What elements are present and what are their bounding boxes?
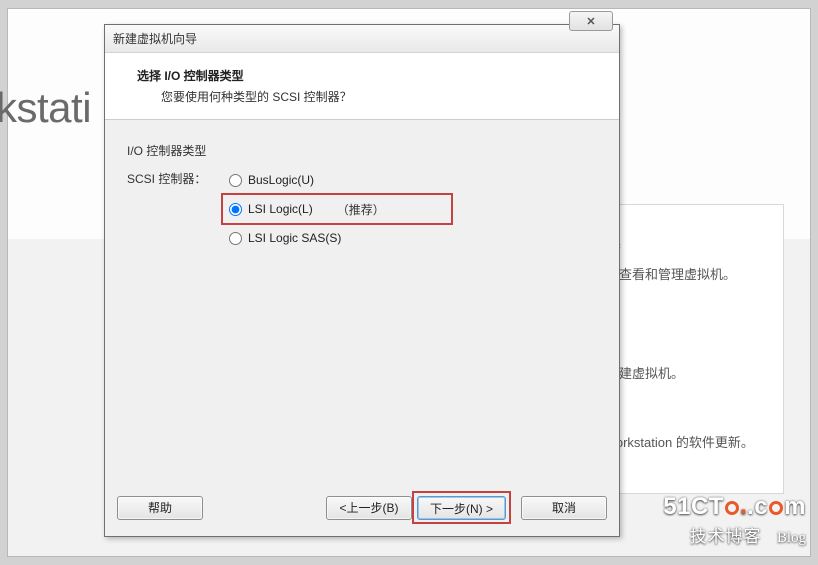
radio-lsi-sas[interactable] xyxy=(229,232,242,245)
next-button-highlight: 下一步(N) > xyxy=(412,491,511,524)
radio-buslogic[interactable] xyxy=(229,174,242,187)
highlight-recommended: LSI Logic(L) （推荐） xyxy=(221,193,453,225)
radio-lsi-row[interactable]: LSI Logic(L) （推荐） xyxy=(225,196,449,222)
dialog-title: 新建虚拟机向导 xyxy=(113,30,197,47)
dialog-titlebar: 新建虚拟机向导 ✕ xyxy=(105,25,619,53)
back-button[interactable]: <上一步(B) xyxy=(326,496,412,520)
watermark-o-icon-1 xyxy=(725,501,739,515)
watermark: 51CT..c m 技术博客 Blog xyxy=(663,493,806,547)
next-button[interactable]: 下一步(N) > xyxy=(417,496,506,520)
help-button[interactable]: 帮助 xyxy=(117,496,203,520)
scsi-radio-group: BusLogic(U) LSI Logic(L) （推荐） LSI Logic … xyxy=(225,167,597,251)
wizard-heading: 选择 I/O 控制器类型 xyxy=(137,67,597,84)
wizard-subheading: 您要使用何种类型的 SCSI 控制器？ xyxy=(137,88,597,105)
watermark-o-icon-2 xyxy=(769,501,783,515)
radio-buslogic-label: BusLogic(U) xyxy=(248,173,314,187)
cancel-button[interactable]: 取消 xyxy=(521,496,607,520)
new-vm-wizard-dialog: 新建虚拟机向导 ✕ 选择 I/O 控制器类型 您要使用何种类型的 SCSI 控制… xyxy=(104,24,620,537)
wizard-button-bar: 帮助 <上一步(B) 下一步(N) > 取消 xyxy=(117,491,607,524)
watermark-dot-icon: . xyxy=(740,491,748,522)
radio-lsi-logic-label: LSI Logic(L) xyxy=(248,202,313,216)
close-button[interactable]: ✕ xyxy=(569,11,613,31)
radio-buslogic-row[interactable]: BusLogic(U) xyxy=(225,167,597,193)
radio-lsi-logic[interactable] xyxy=(229,203,242,216)
wizard-header: 选择 I/O 控制器类型 您要使用何种类型的 SCSI 控制器？ xyxy=(105,53,619,120)
wizard-body: I/O 控制器类型 SCSI 控制器： BusLogic(U) LSI Logi… xyxy=(105,120,619,251)
watermark-blog-text: Blog xyxy=(777,530,806,546)
bg-header-text: kstati xyxy=(0,84,91,132)
close-icon: ✕ xyxy=(586,15,595,28)
radio-lsi-sas-row[interactable]: LSI Logic SAS(S) xyxy=(225,225,597,251)
recommended-text: （推荐） xyxy=(337,201,385,218)
io-controller-section-label: I/O 控制器类型 xyxy=(127,142,597,159)
watermark-sub-text: 技术博客 xyxy=(690,527,762,546)
radio-lsi-sas-label: LSI Logic SAS(S) xyxy=(248,231,341,245)
scsi-field-row: SCSI 控制器： BusLogic(U) LSI Logic(L) （推荐） xyxy=(127,167,597,251)
watermark-sub: 技术博客 Blog xyxy=(663,522,806,547)
watermark-text-b: .c xyxy=(747,493,768,520)
watermark-text-c: m xyxy=(784,493,806,520)
watermark-brand: 51CT..c m xyxy=(663,493,806,521)
scsi-field-label: SCSI 控制器： xyxy=(127,167,225,187)
watermark-text-a: 51CT xyxy=(663,493,724,520)
